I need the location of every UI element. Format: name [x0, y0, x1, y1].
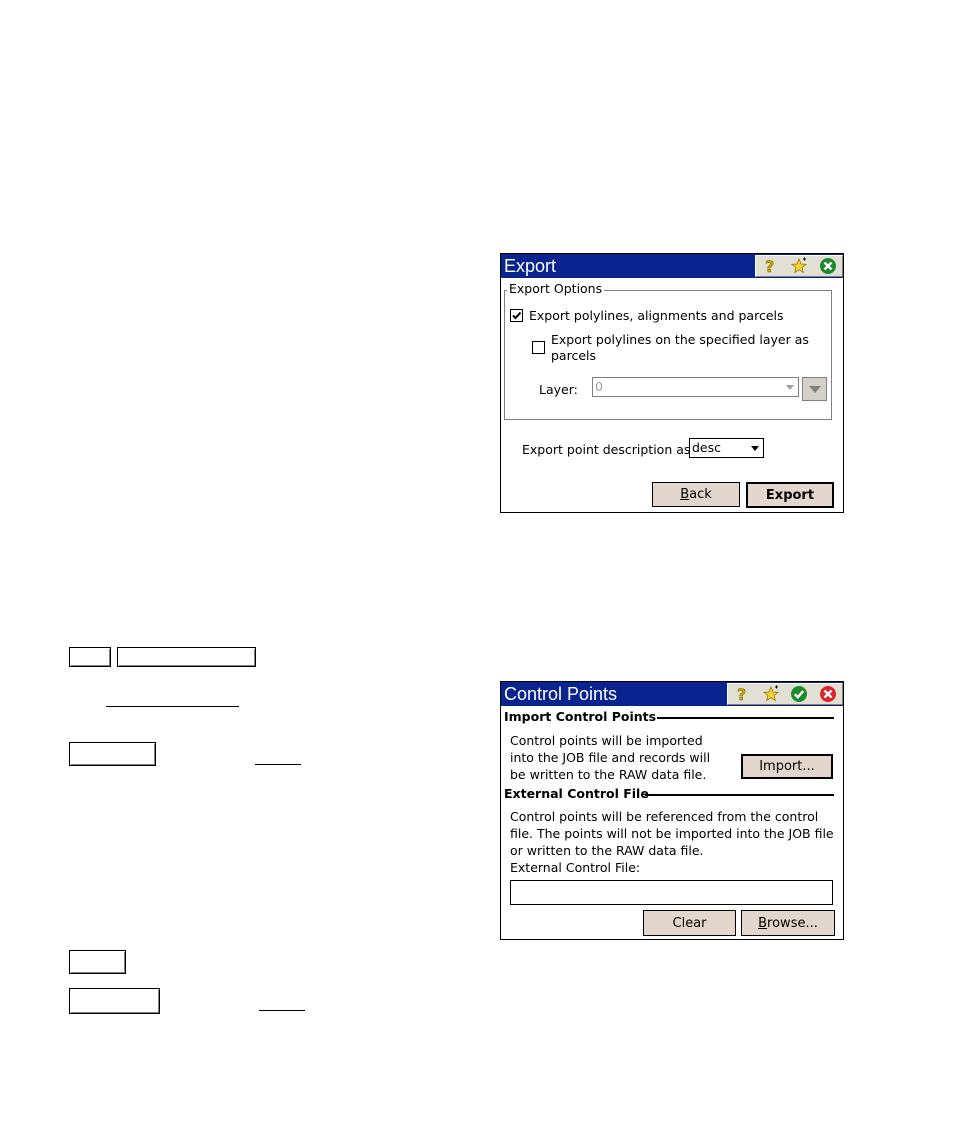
control-title-icons: ? — [727, 683, 843, 705]
import-button-label: Import... — [759, 759, 815, 774]
external-section-heading: External Control File — [504, 786, 649, 801]
external-text-line-2: file. The points will not be imported in… — [510, 826, 834, 841]
back-button-mnemonic: B — [680, 487, 690, 502]
export-options-title: Export Options — [507, 281, 605, 296]
external-text-line-3: or written to the RAW data file. — [510, 843, 704, 858]
external-description: Control points will be referenced from t… — [510, 808, 834, 876]
description-label: Export point description as — [522, 442, 691, 457]
import-description: Control points will be imported into the… — [510, 732, 710, 783]
import-text-line-3: be written to the RAW data file. — [510, 767, 707, 782]
export-layer-parcels-checkbox[interactable] — [532, 341, 545, 354]
browse-button-mnemonic: B — [758, 915, 768, 931]
svg-text:?: ? — [765, 257, 774, 275]
help-icon[interactable]: ? — [733, 685, 751, 703]
external-field-label: External Control File: — [510, 860, 641, 875]
close-icon[interactable] — [819, 257, 837, 275]
layer-select-value: 0 — [595, 379, 603, 394]
description-dropdown-icon — [751, 446, 759, 451]
export-title: Export — [504, 256, 557, 276]
clear-button[interactable]: Clear — [643, 910, 736, 936]
page-button-4 — [69, 950, 126, 974]
layer-picker-button[interactable] — [802, 377, 827, 401]
browse-button[interactable]: Browse... — [741, 910, 835, 936]
external-text-line-1: Control points will be referenced from t… — [510, 809, 819, 824]
import-section-rule — [657, 717, 834, 719]
layer-select[interactable]: 0 — [592, 377, 799, 397]
clear-button-label: Clear — [672, 915, 707, 931]
import-section-heading: Import Control Points — [504, 709, 657, 724]
description-select-value: desc — [692, 440, 722, 455]
back-button[interactable]: Back — [652, 482, 740, 507]
export-layer-parcels-label-2: parcels — [551, 348, 597, 363]
external-section-rule — [645, 794, 834, 796]
favorite-star-icon[interactable] — [790, 257, 808, 275]
favorite-star-icon[interactable] — [762, 685, 780, 703]
page-underline-1 — [106, 706, 239, 707]
back-button-label: ack — [689, 487, 712, 502]
export-title-icons: ? — [755, 255, 843, 277]
control-title: Control Points — [504, 684, 618, 704]
page-button-2 — [117, 647, 256, 667]
page-button-1 — [69, 647, 111, 667]
svg-text:?: ? — [737, 685, 746, 703]
description-select[interactable]: desc — [689, 438, 764, 458]
layer-label: Layer: — [539, 382, 578, 397]
close-icon[interactable] — [819, 685, 837, 703]
import-text-line-1: Control points will be imported — [510, 733, 703, 748]
export-layer-parcels-label-1: Export polylines on the specified layer … — [551, 332, 809, 347]
page-underline-2 — [255, 764, 301, 765]
browse-button-label: rowse... — [767, 915, 818, 931]
layer-picker-icon — [808, 385, 821, 393]
page-button-5 — [69, 988, 160, 1014]
page-underline-3 — [259, 1010, 305, 1011]
help-icon[interactable]: ? — [761, 257, 779, 275]
layer-dropdown-icon — [786, 385, 794, 390]
export-dialog: Export ? Export Options Export polylines… — [500, 253, 844, 513]
export-polylines-checkbox[interactable] — [510, 309, 523, 322]
external-control-file-input[interactable] — [510, 880, 833, 905]
export-button-label: Export — [765, 487, 815, 503]
import-button[interactable]: Import... — [741, 754, 833, 779]
page-button-3 — [69, 742, 156, 766]
ok-check-icon[interactable] — [790, 685, 808, 703]
export-button[interactable]: Export — [746, 482, 834, 508]
import-text-line-2: into the JOB file and records will — [510, 750, 711, 765]
control-points-dialog: Control Points ? Import Control Points C… — [500, 681, 844, 940]
export-polylines-label: Export polylines, alignments and parcels — [529, 308, 784, 323]
